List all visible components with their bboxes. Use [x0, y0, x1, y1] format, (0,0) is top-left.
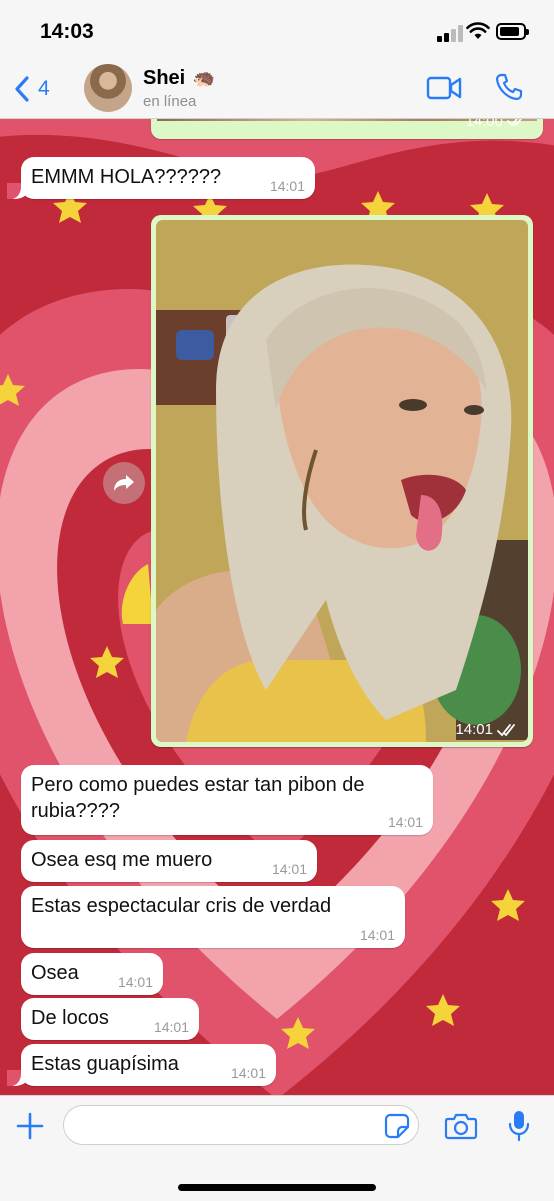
chevron-left-icon	[15, 76, 29, 102]
message-text: EMMM HOLA??????	[31, 166, 222, 188]
received-message[interactable]: Estas espectacular cris de verdad 14:01	[21, 886, 405, 948]
received-message[interactable]: Pero como puedes estar tan pibon de rubi…	[21, 765, 433, 835]
received-message[interactable]: Osea esq me muero 14:01	[21, 840, 317, 882]
double-check-icon	[497, 724, 515, 737]
forward-button[interactable]	[103, 462, 145, 504]
plus-icon[interactable]	[15, 1111, 45, 1141]
message-composer	[0, 1095, 554, 1201]
message-time: 14:01	[271, 861, 307, 877]
sent-photo-message[interactable]: 14:01	[151, 215, 533, 747]
back-button[interactable]: 4	[14, 72, 50, 106]
message-time: 14:01	[387, 814, 423, 830]
received-message[interactable]: EMMM HOLA?????? 14:01	[7, 157, 315, 199]
received-message[interactable]: De locos 14:01	[21, 998, 199, 1040]
message-time: 14:01	[230, 1065, 266, 1081]
chat-area[interactable]: 14:00 EMMM HOLA?????? 14:01 14:01 Pero c…	[0, 119, 554, 1095]
sticker-icon[interactable]	[384, 1113, 410, 1139]
received-message[interactable]: Osea 14:01	[21, 953, 163, 995]
forward-icon	[114, 475, 134, 491]
status-time: 14:03	[40, 20, 94, 43]
cellular-signal-icon	[437, 24, 463, 42]
message-text: Estas espectacular cris de verdad	[31, 895, 332, 917]
chat-header: 4 Shei 🦔 en línea	[0, 60, 554, 119]
battery-icon	[496, 23, 529, 40]
video-call-icon[interactable]	[426, 75, 462, 101]
received-message[interactable]: Estas guapísima 14:01	[7, 1044, 276, 1086]
avatar[interactable]	[84, 64, 132, 112]
message-text: Estas guapísima	[31, 1053, 179, 1075]
message-text: De locos	[31, 1007, 109, 1029]
message-text: Pero como puedes estar tan pibon de rubi…	[31, 774, 365, 822]
message-text: Osea esq me muero	[31, 849, 213, 871]
microphone-icon[interactable]	[506, 1109, 532, 1143]
contact-status: en línea	[143, 93, 197, 110]
message-time: 14:01	[117, 974, 153, 990]
message-input[interactable]	[63, 1105, 419, 1145]
contact-name[interactable]: Shei 🦔	[143, 67, 215, 90]
status-bar: 14:03	[0, 0, 554, 60]
wifi-icon	[466, 22, 490, 39]
phone-icon[interactable]	[494, 72, 524, 102]
message-time: 14:01	[359, 927, 395, 943]
sent-image-message[interactable]: 14:00	[151, 119, 543, 139]
unread-count: 4	[38, 77, 50, 100]
contact-emoji: 🦔	[192, 68, 216, 88]
message-text: Osea	[31, 962, 79, 984]
contact-name-text: Shei	[143, 67, 186, 89]
camera-icon[interactable]	[444, 1112, 478, 1140]
message-time: 14:00	[465, 119, 503, 130]
selfie-photo[interactable]	[156, 220, 528, 742]
photo-image	[156, 220, 528, 742]
home-indicator[interactable]	[178, 1184, 376, 1191]
message-time: 14:01	[455, 721, 493, 738]
double-check-icon	[507, 119, 522, 127]
message-time: 14:01	[269, 178, 305, 194]
message-time: 14:01	[153, 1019, 189, 1035]
